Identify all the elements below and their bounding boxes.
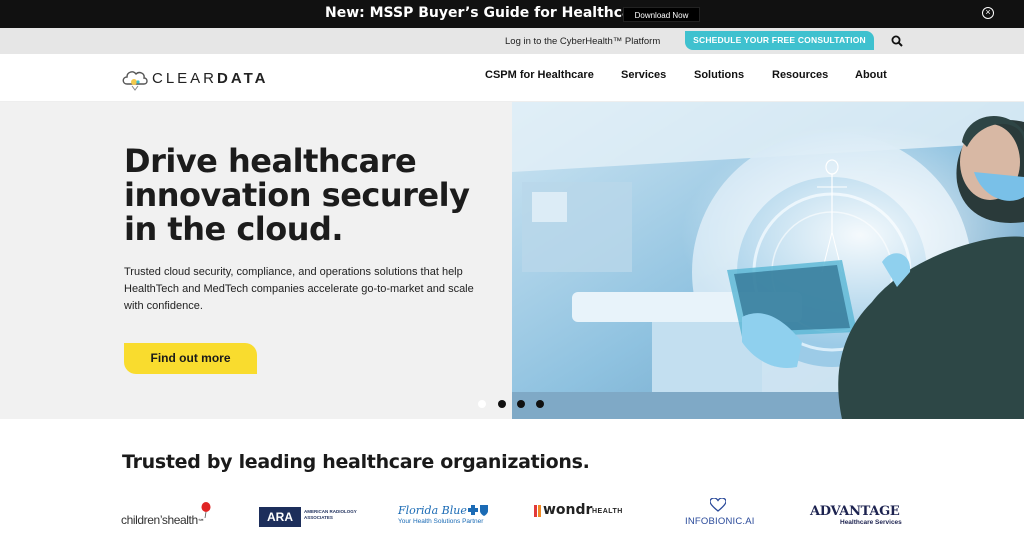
announcement-text: New: MSSP Buyer’s Guide for Healthcare	[325, 5, 648, 21]
partner-logo-advantage: ADVANTAGE Healthcare Services	[810, 502, 910, 530]
partner-name: ARA	[259, 507, 301, 527]
partner-logo-wondr-health: wondr HEALTH	[534, 502, 634, 530]
partner-name: INFOBIONIC.AI	[685, 516, 755, 527]
search-icon[interactable]	[891, 35, 903, 47]
carousel-dot[interactable]	[478, 400, 486, 408]
cleardata-logo[interactable]: CLEARDATA	[121, 66, 281, 92]
nav-item-services[interactable]: Services	[621, 69, 666, 81]
hero-text-panel: Drive healthcare innovation securely in …	[0, 102, 512, 419]
carousel-dot[interactable]	[536, 400, 544, 408]
partner-subtitle: ASSOCIATES	[304, 515, 333, 520]
announcement-bar: New: MSSP Buyer’s Guide for Healthcare D…	[0, 0, 1024, 28]
hero-title-line: innovation securely	[124, 176, 470, 214]
partner-name: wondr	[543, 502, 593, 518]
partner-name: Florida Blue	[398, 504, 467, 517]
close-icon[interactable]: ×	[982, 7, 994, 19]
nav-item-solutions[interactable]: Solutions	[694, 69, 744, 81]
platform-login-link[interactable]: Log in to the CyberHealth™ Platform	[505, 36, 660, 47]
carousel-dot[interactable]	[498, 400, 506, 408]
find-out-more-button[interactable]: Find out more	[124, 343, 257, 374]
nav-item-about[interactable]: About	[855, 69, 887, 81]
hero-title-line: Drive healthcare	[124, 142, 417, 180]
partner-logo-childrens-health: children’shealth℠	[121, 502, 221, 530]
cross-shield-icon	[468, 505, 488, 516]
carousel-dots	[478, 400, 548, 410]
carousel-dot[interactable]	[517, 400, 525, 408]
partner-logo-infobionic: INFOBIONIC.AI	[684, 498, 764, 530]
main-nav: CLEARDATA CSPM for Healthcare Services S…	[0, 54, 1024, 102]
trusted-title: Trusted by leading healthcare organizati…	[122, 451, 590, 473]
balloon-icon	[201, 502, 211, 518]
utility-bar: Log in to the CyberHealth™ Platform SCHE…	[0, 28, 1024, 54]
wondr-mark-icon	[534, 505, 541, 517]
partner-name: ADVANTAGE	[810, 504, 900, 519]
nav-item-resources[interactable]: Resources	[772, 69, 828, 81]
schedule-consultation-button[interactable]: SCHEDULE YOUR FREE CONSULTATION	[685, 31, 874, 50]
cloud-logo-icon	[122, 71, 148, 91]
nav-item-cspm[interactable]: CSPM for Healthcare	[485, 69, 594, 81]
partner-suffix: HEALTH	[592, 508, 623, 515]
partner-name: children’shealth	[121, 513, 198, 527]
logo-text-clear: CLEAR	[152, 70, 218, 87]
partner-suffix: ℠	[197, 519, 205, 526]
trusted-section: Trusted by leading healthcare organizati…	[0, 419, 1024, 534]
hero-title: Drive healthcare innovation securely in …	[124, 144, 504, 246]
logo-text-data: DATA	[217, 70, 269, 87]
partner-logo-ara: ARA AMERICAN RADIOLOGY ASSOCIATES	[259, 502, 359, 530]
partner-subtitle: Your Health Solutions Partner	[398, 518, 484, 525]
heart-outline-icon	[710, 498, 726, 512]
download-now-button[interactable]: Download Now	[623, 7, 700, 22]
hero-title-line: in the cloud.	[124, 210, 344, 248]
hero-image-mri-doctor	[512, 102, 1024, 419]
hero-description: Trusted cloud security, compliance, and …	[124, 266, 474, 312]
partner-subtitle: Healthcare Services	[840, 519, 902, 526]
hero-section: Drive healthcare innovation securely in …	[0, 102, 1024, 419]
partner-logo-florida-blue: Florida Blue Your Health Solutions Partn…	[396, 502, 496, 530]
